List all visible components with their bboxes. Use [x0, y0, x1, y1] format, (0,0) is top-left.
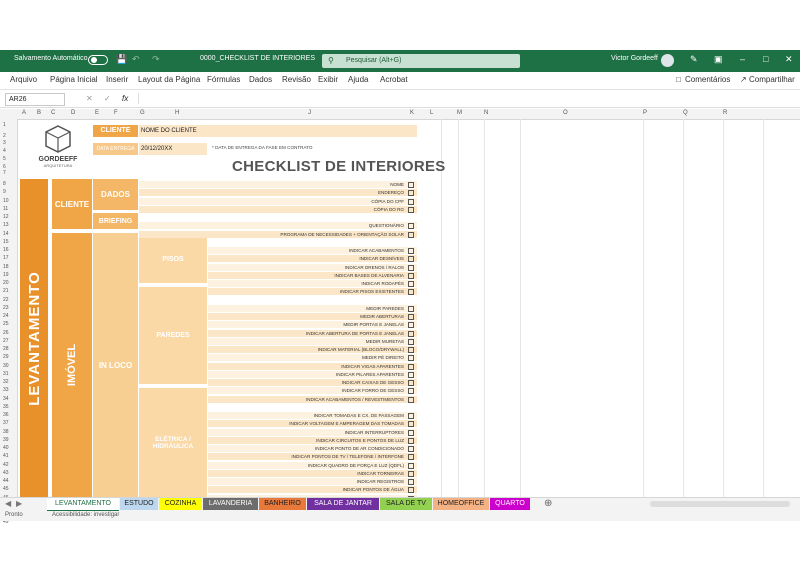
checklist-item-label: INDICAR PISOS EXISTENTES: [339, 289, 404, 295]
checklist-item-label: INDICAR PONTO DE AR CONDICIONADO: [315, 446, 404, 451]
checklist-checkbox[interactable]: [408, 190, 414, 197]
checklist-item-label: INDICAR REGISTROS: [356, 479, 404, 484]
checklist-checkbox[interactable]: [408, 256, 414, 263]
horizontal-scrollbar[interactable]: [650, 501, 790, 507]
checklist-checkbox[interactable]: [408, 330, 414, 337]
checklist-item-label: CÓPIA DO CPF: [371, 198, 404, 204]
checklist-checkbox[interactable]: [408, 487, 414, 494]
tab-cozinha[interactable]: COZINHA: [159, 498, 202, 510]
tab-estudo[interactable]: ESTUDO: [120, 498, 158, 510]
checklist-checkbox[interactable]: [408, 305, 414, 312]
checklist-item-label: PROGRAMA DE NECESSIDADES + ORIENTAÇÃO SO…: [280, 231, 404, 237]
checklist-checkbox[interactable]: [408, 231, 414, 238]
checklist-checkbox[interactable]: [408, 421, 414, 428]
checklist-item-label: INDICAR ACABAMENTOS: [348, 248, 404, 253]
checklist-item-label: QUESTIONÁRIO: [368, 223, 404, 229]
status-bar: Pronto Acessibilidade: investigar: [0, 511, 800, 521]
sheet-tabs: ◀ ▶ LEVANTAMENTO ESTUDO COZINHA LAVANDER…: [0, 497, 800, 512]
tab-homeoffice[interactable]: HOMEOFFICE: [433, 498, 489, 510]
checklist-item-label: INDICAR PILARES APARENTES: [335, 371, 404, 377]
checklist-checkbox[interactable]: [408, 347, 414, 353]
checklist-checkbox[interactable]: [408, 355, 414, 362]
checklist-items: NOME ENDEREÇO CÓPIA DO CPF CÓPIA DO RG QUEST…: [0, 0, 800, 518]
checklist-item-label: MEDIR PAREDES: [366, 305, 404, 311]
checklist-checkbox[interactable]: [408, 314, 414, 320]
status-accessibility[interactable]: Acessibilidade: investigar: [52, 512, 119, 518]
checklist-checkbox[interactable]: [408, 479, 414, 485]
checklist-item-label: CÓPIA DO RG: [373, 206, 404, 212]
checklist-item-label: INDICAR QUADRO DE FORÇA E LUZ (QDFL): [308, 462, 404, 468]
checklist-checkbox[interactable]: [408, 470, 414, 477]
checklist-checkbox[interactable]: [408, 363, 414, 370]
checklist-item-label: INDICAR DESNÍVEIS: [359, 256, 404, 262]
checklist-row: [139, 181, 417, 188]
checklist-checkbox[interactable]: [408, 206, 414, 213]
checklist-item-label: INDICAR ABERTURA DE PORTAS E JANELAS: [305, 330, 404, 336]
checklist-checkbox[interactable]: [408, 388, 414, 395]
tab-sala-de-tv[interactable]: SALA DE TV: [380, 498, 432, 510]
checklist-checkbox[interactable]: [408, 454, 414, 461]
status-ready: Pronto: [5, 512, 23, 518]
checklist-item-label: INDICAR INTERRUPTORES: [344, 429, 404, 435]
checklist-checkbox[interactable]: [408, 264, 414, 271]
checklist-item-label: ENDEREÇO: [377, 190, 404, 196]
checklist-row: [139, 189, 417, 197]
checklist-checkbox[interactable]: [408, 182, 414, 188]
checklist-item-label: INDICAR PONTOS DE TV / TELEFONE / INTERF…: [291, 454, 404, 460]
checklist-checkbox[interactable]: [408, 396, 414, 403]
checklist-item-label: INDICAR TORNEIRAS: [357, 470, 404, 476]
checklist-item-label: INDICAR VIGAS APARENTES: [341, 363, 404, 369]
checklist-item-label: INDICAR FORRO DE GESSO: [341, 388, 404, 394]
checklist-checkbox[interactable]: [408, 289, 414, 296]
checklist-checkbox[interactable]: [408, 272, 414, 279]
tab-next-icon[interactable]: ▶: [16, 499, 22, 508]
checklist-item-label: INDICAR RODAPÉS: [361, 281, 404, 286]
checklist-item-label: INDICAR BASES DE ALVENARIA: [334, 272, 404, 278]
checklist-checkbox[interactable]: [408, 413, 414, 419]
checklist-checkbox[interactable]: [408, 338, 414, 345]
checklist-item-label: INDICAR VOLTAGEM E AMPERAGEM DAS TOMADAS: [289, 421, 404, 427]
tab-banheiro[interactable]: BANHEIRO: [259, 498, 306, 510]
checklist-checkbox[interactable]: [408, 446, 414, 452]
checklist-item-label: MEDIR PORTAS E JANELAS: [343, 322, 404, 328]
checklist-item-label: MEDIR ABERTURAS: [360, 314, 404, 319]
checklist-item-label: INDICAR CAIXAS DE GESSO: [341, 380, 404, 385]
checklist-checkbox[interactable]: [408, 322, 414, 329]
tab-quarto[interactable]: QUARTO: [490, 498, 530, 510]
checklist-checkbox[interactable]: [408, 371, 414, 378]
checklist-item-label: MEDIR MURETAS: [365, 338, 404, 344]
tab-levantamento[interactable]: LEVANTAMENTO: [47, 498, 119, 512]
tab-prev-icon[interactable]: ◀: [5, 499, 11, 508]
checklist-item-label: INDICAR MATERIAL (BLOCO/DRYWALL): [317, 347, 404, 352]
checklist-checkbox[interactable]: [408, 248, 414, 254]
checklist-checkbox[interactable]: [408, 281, 414, 287]
checklist-checkbox[interactable]: [408, 462, 414, 469]
checklist-checkbox[interactable]: [408, 429, 414, 436]
checklist-checkbox[interactable]: [408, 223, 414, 230]
checklist-checkbox[interactable]: [408, 198, 414, 205]
checklist-checkbox[interactable]: [408, 437, 414, 444]
checklist-item-label: INDICAR DRENOS / RALOS: [344, 264, 404, 270]
tab-sala-de-jantar[interactable]: SALA DE JANTAR: [307, 498, 379, 510]
checklist-checkbox[interactable]: [408, 380, 414, 386]
checklist-item-label: MEDIR PÉ DIREITO: [361, 355, 404, 361]
tab-lavanderia[interactable]: LAVANDERIA: [203, 498, 258, 510]
checklist-item-label: INDICAR CIRCUITOS E PONTOS DE LUZ: [316, 437, 404, 443]
checklist-item-label: INDICAR ACABAMENTOS / REVESTIMENTOS: [305, 396, 404, 402]
checklist-item-label: INDICAR PONTOS DE ÁGUA: [342, 487, 404, 493]
checklist-item-label: NOME: [390, 182, 404, 187]
checklist-item-label: INDICAR TOMADAS E CX. DE PASSAGEM: [313, 413, 404, 418]
add-sheet-icon[interactable]: ⊕: [544, 498, 552, 509]
